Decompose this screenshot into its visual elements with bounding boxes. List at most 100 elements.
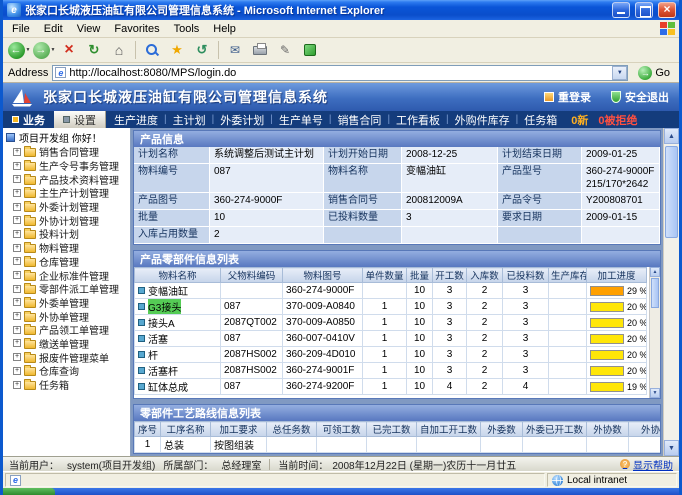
parts-scroll-track[interactable]: [650, 277, 660, 388]
tree-item[interactable]: +缴送单管理: [6, 337, 130, 351]
tree-item[interactable]: +报废件管理菜单: [6, 350, 130, 364]
nav-item-1[interactable]: 主计划: [173, 112, 206, 128]
parts-table-row[interactable]: 变幅油缸360-274-9000F1032329 %: [135, 283, 647, 299]
tree-item[interactable]: +外委计划管理: [6, 200, 130, 214]
parts-table-row[interactable]: G3接头087370-009-A084011032320 %: [135, 299, 647, 315]
tree-item[interactable]: +零部件派工单管理: [6, 282, 130, 296]
column-header: 总任务数: [267, 422, 317, 437]
tree-item[interactable]: +外协计划管理: [6, 213, 130, 227]
nav-item-7[interactable]: 任务箱: [524, 112, 557, 128]
tree-item[interactable]: +外协单管理: [6, 309, 130, 323]
intranet-globe-icon: [552, 475, 563, 486]
expand-icon[interactable]: +: [13, 298, 21, 306]
expand-icon[interactable]: +: [13, 162, 21, 170]
scroll-up-button[interactable]: ▲: [664, 128, 679, 144]
tree-item[interactable]: +企业标准件管理: [6, 268, 130, 282]
tree-item[interactable]: +任务箱: [6, 378, 130, 392]
expand-icon[interactable]: +: [13, 381, 21, 389]
nav-item-0[interactable]: 生产进度: [114, 112, 158, 128]
logout-button[interactable]: 安全退出: [611, 89, 669, 105]
parts-table-row[interactable]: 接头A2087QT002370-009-A085011032320 %: [135, 315, 647, 331]
tree-item[interactable]: +仓库查询: [6, 364, 130, 378]
expand-icon[interactable]: +: [13, 189, 21, 197]
nav-item-2[interactable]: 外委计划: [220, 112, 264, 128]
nav-item-4[interactable]: 销售合同: [337, 112, 381, 128]
history-button[interactable]: [190, 39, 214, 61]
relogin-button[interactable]: 重登录: [544, 89, 591, 105]
route-table-row[interactable]: 1总装按图组装: [135, 437, 662, 453]
parts-scroll-down-button[interactable]: ▼: [650, 388, 660, 398]
parts-table-row[interactable]: 活塞087360-007-0410V11032320 %: [135, 331, 647, 347]
expand-icon[interactable]: +: [13, 271, 21, 279]
tree-item[interactable]: +生产令号事务管理: [6, 159, 130, 173]
scroll-down-button[interactable]: ▼: [664, 440, 679, 456]
mail-button[interactable]: [223, 39, 247, 61]
expand-icon[interactable]: +: [13, 216, 21, 224]
stop-button[interactable]: [57, 39, 81, 61]
menu-item-tools[interactable]: Tools: [167, 22, 207, 36]
tree-item[interactable]: +销售合同管理: [6, 145, 130, 159]
expand-icon[interactable]: +: [13, 175, 21, 183]
tab-business[interactable]: 业务: [3, 111, 54, 128]
tab-settings[interactable]: 设置: [54, 111, 106, 128]
search-button[interactable]: [140, 39, 164, 61]
close-button[interactable]: ×: [658, 2, 676, 18]
address-dropdown-button[interactable]: ▼: [612, 66, 627, 80]
nav-item-6[interactable]: 外购件库存: [455, 112, 510, 128]
back-button[interactable]: ▼: [7, 39, 31, 61]
home-button[interactable]: [107, 39, 131, 61]
material-name: G3接头: [148, 299, 181, 314]
menu-item-file[interactable]: File: [5, 22, 37, 36]
menu-item-help[interactable]: Help: [206, 22, 243, 36]
expand-icon[interactable]: +: [13, 285, 21, 293]
tab-business-label: 业务: [23, 112, 45, 128]
maximize-button[interactable]: [635, 2, 653, 18]
tree-item[interactable]: +投料计划: [6, 227, 130, 241]
nav-item-3[interactable]: 生产单号: [279, 112, 323, 128]
progress-wrap: 19 %: [590, 382, 643, 392]
scroll-thumb[interactable]: [665, 146, 678, 238]
menu-item-edit[interactable]: Edit: [37, 22, 70, 36]
parts-table-row[interactable]: 缸体总成087360-274-9200F11042419 %: [135, 379, 647, 395]
messenger-button[interactable]: [298, 39, 322, 61]
edit-button[interactable]: [273, 39, 297, 61]
address-input[interactable]: e http://localhost:8080/MPS/login.do ▼: [52, 65, 628, 81]
page-icon: e: [55, 67, 66, 78]
scroll-track[interactable]: [664, 144, 679, 440]
route-cell: [629, 437, 662, 453]
forward-button[interactable]: ▼: [32, 39, 56, 61]
print-button[interactable]: [248, 39, 272, 61]
parts-table-row[interactable]: 杆2087HS002360-209-4D01011032320 %: [135, 347, 647, 363]
current-user-label: 当前用户：: [9, 457, 59, 472]
field-value: 360-274-9000F: [210, 193, 324, 210]
parts-scroll-thumb[interactable]: [651, 278, 659, 308]
parts-table-row[interactable]: 活塞杆2087HS002360-274-9001F11032320 %: [135, 363, 647, 379]
expand-icon[interactable]: +: [13, 312, 21, 320]
expand-icon[interactable]: +: [13, 326, 21, 334]
expand-icon[interactable]: +: [13, 203, 21, 211]
parts-scroll-up-button[interactable]: ▲: [650, 267, 660, 277]
expand-icon[interactable]: +: [13, 353, 21, 361]
refresh-button[interactable]: [82, 39, 106, 61]
tree-item[interactable]: +产品技术资料管理: [6, 172, 130, 186]
expand-icon[interactable]: +: [13, 148, 21, 156]
menu-item-favorites[interactable]: Favorites: [107, 22, 166, 36]
tree-item[interactable]: +仓库管理: [6, 255, 130, 269]
favorites-button[interactable]: [165, 39, 189, 61]
nav-item-5[interactable]: 工作看板: [396, 112, 440, 128]
tree-item[interactable]: +主生产计划管理: [6, 186, 130, 200]
show-help-link[interactable]: ? 显示帮助: [620, 457, 673, 472]
go-button[interactable]: → Go: [632, 66, 676, 80]
minimize-button[interactable]: [612, 2, 630, 18]
menu-item-view[interactable]: View: [70, 22, 108, 36]
expand-icon[interactable]: +: [13, 244, 21, 252]
expand-icon[interactable]: +: [13, 257, 21, 265]
tree-item[interactable]: +产品领工单管理: [6, 323, 130, 337]
tree-root[interactable]: 项目开发组 你好！: [6, 130, 130, 145]
expand-icon[interactable]: +: [13, 367, 21, 375]
start-button-edge[interactable]: [3, 488, 55, 495]
expand-icon[interactable]: +: [13, 339, 21, 347]
tree-item[interactable]: +外委单管理: [6, 296, 130, 310]
expand-icon[interactable]: +: [13, 230, 21, 238]
tree-item[interactable]: +物料管理: [6, 241, 130, 255]
